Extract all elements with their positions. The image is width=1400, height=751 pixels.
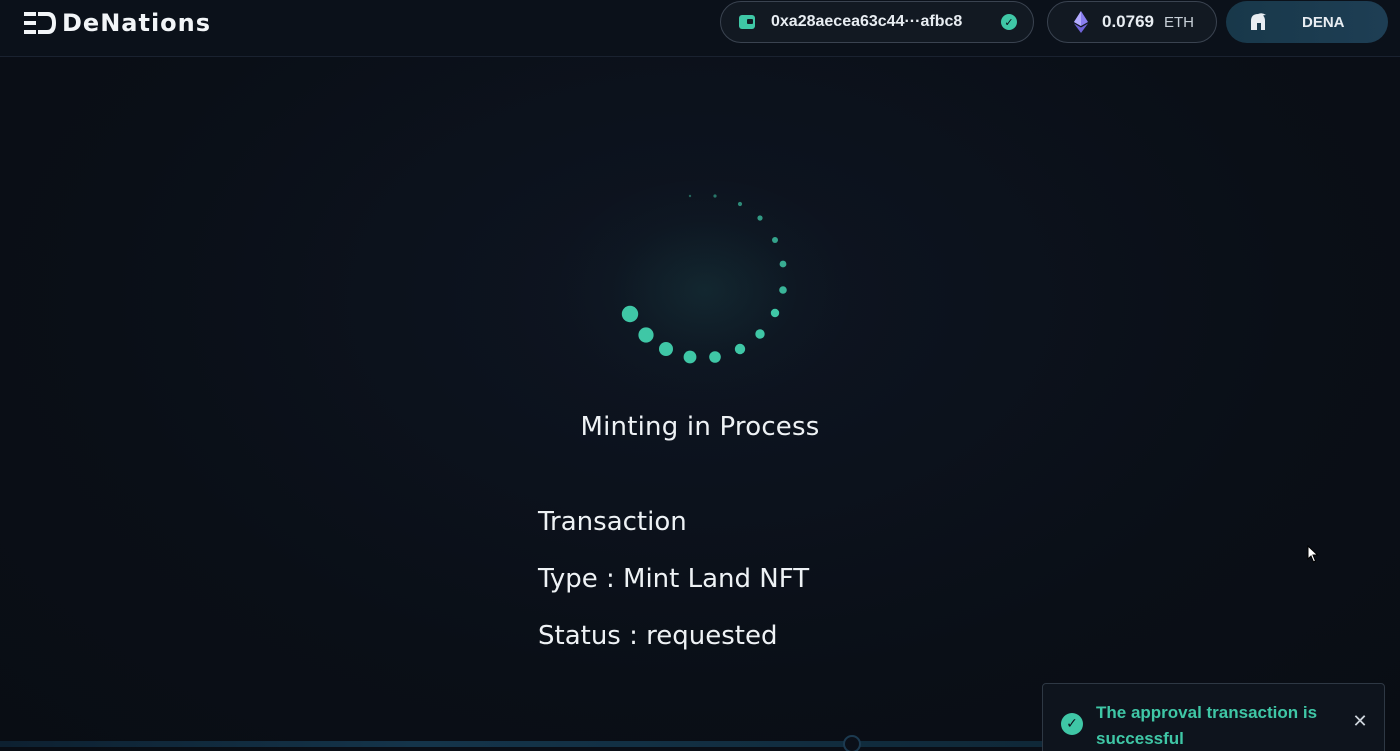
transaction-type: Type : Mint Land NFT bbox=[538, 564, 810, 594]
toast-check-circle-icon: ✓ bbox=[1061, 713, 1083, 735]
bottom-progress-track bbox=[0, 741, 1042, 747]
top-bar: DeNations 0xa28aecea63c44···afbc8 ✓ 0.07… bbox=[0, 0, 1400, 57]
approval-toast: ✓ The approval transaction is successful… bbox=[1042, 683, 1385, 751]
loading-spinner-icon bbox=[621, 194, 787, 364]
minting-status-title: Minting in Process bbox=[580, 412, 820, 442]
eth-balance-unit: ETH bbox=[1164, 13, 1194, 31]
wallet-address: 0xa28aecea63c44···afbc8 bbox=[771, 13, 963, 30]
verified-check-icon: ✓ bbox=[1001, 14, 1017, 30]
app-page: DeNations 0xa28aecea63c44···afbc8 ✓ 0.07… bbox=[0, 0, 1400, 751]
bottom-progress-knob bbox=[843, 735, 861, 751]
transaction-heading: Transaction bbox=[538, 507, 687, 537]
toast-message: The approval transaction is successful bbox=[1096, 703, 1318, 748]
transaction-details: Transaction Type : Mint Land NFT Status … bbox=[538, 502, 809, 673]
ethereum-icon bbox=[1074, 11, 1088, 33]
mouse-cursor-icon bbox=[1307, 545, 1319, 563]
dena-token-button[interactable]: DENA bbox=[1226, 1, 1388, 43]
denations-logo-icon bbox=[24, 12, 56, 34]
logo-text: DeNations bbox=[62, 9, 212, 37]
wallet-icon bbox=[739, 15, 755, 29]
eth-balance-value: 0.0769 bbox=[1102, 12, 1154, 31]
spartan-helmet-icon bbox=[1251, 13, 1266, 30]
dena-token-label: DENA bbox=[1302, 13, 1345, 31]
toast-close-icon[interactable]: ✕ bbox=[1350, 712, 1370, 732]
logo[interactable]: DeNations bbox=[24, 8, 211, 38]
eth-balance-button[interactable]: 0.0769 ETH bbox=[1047, 1, 1217, 43]
transaction-status: Status : requested bbox=[538, 621, 778, 651]
wallet-address-button[interactable]: 0xa28aecea63c44···afbc8 ✓ bbox=[720, 1, 1034, 43]
